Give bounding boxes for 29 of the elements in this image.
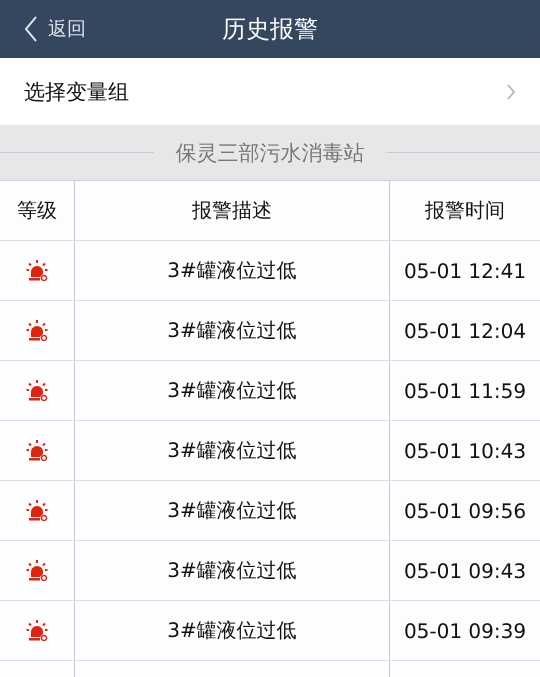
table-cell: 3#罐液位过低 [75, 241, 390, 300]
alarm-siren-icon [25, 318, 49, 342]
column-header: 报警描述 [75, 181, 390, 240]
chevron-right-icon [506, 82, 516, 100]
page-title: 历史报警 [222, 14, 318, 45]
table-cell-text: 05-01 10:43 [402, 438, 528, 464]
alarm-siren-icon [25, 498, 49, 522]
alarm-siren-icon [25, 258, 49, 282]
table-cell-text: 05-01 09:39 [402, 618, 528, 644]
table-cell: 3#罐液位过低 [75, 601, 390, 660]
alarm-siren-icon [25, 558, 49, 582]
table-cell-text: 05-01 09:43 [402, 558, 528, 584]
alarm-siren-icon [25, 438, 49, 462]
table-cell-text: 05-01 12:41 [402, 258, 528, 284]
table-cell: 3#罐液位过低 [75, 301, 390, 360]
table-cell: 3#罐液位过低 [75, 421, 390, 480]
column-header: 报警时间 [424, 197, 506, 224]
table-cell-text: 05-01 12:04 [402, 318, 528, 344]
table-cell: 3#罐液位过低 [75, 481, 390, 540]
back-button[interactable]: 返回 [24, 10, 86, 48]
alarm-siren-icon [25, 618, 49, 642]
alarm-siren-icon [25, 378, 49, 402]
column-header: 等级 [0, 181, 75, 240]
back-chevron-icon [24, 15, 38, 43]
table-cell-text: 05-01 09:56 [402, 498, 528, 524]
table-cell-text: 05-01 11:59 [402, 378, 528, 404]
table-cell: 3#罐液位过低 [75, 361, 390, 420]
table-cell: 3#罐液位过低 [75, 541, 390, 600]
section-title: 保灵三部污水消毒站 [176, 140, 364, 166]
